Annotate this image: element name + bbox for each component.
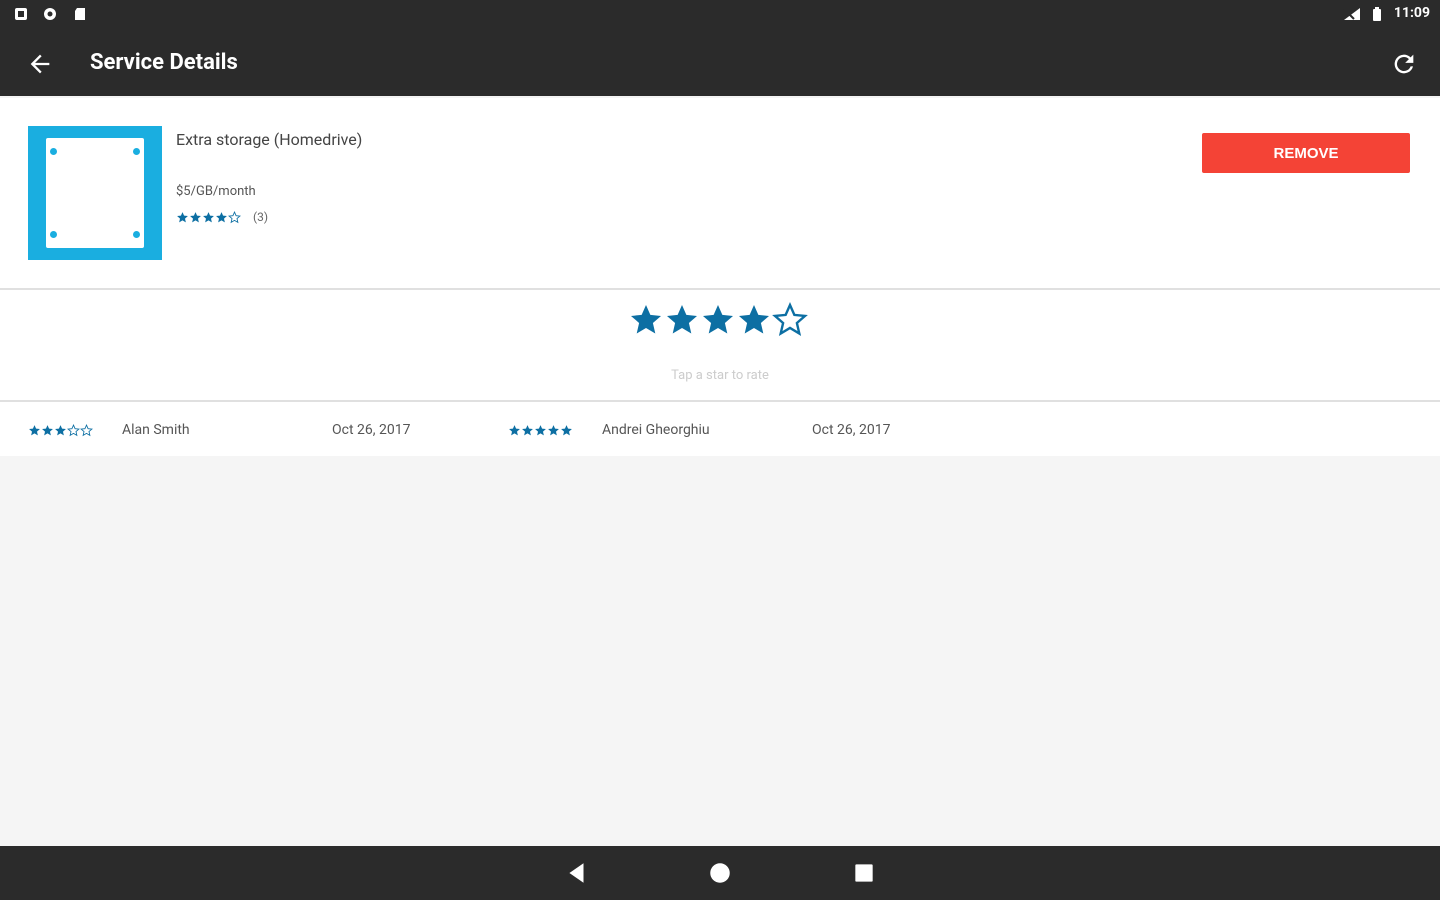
sd-card-icon [75,8,85,20]
service-thumbnail [28,126,162,260]
star-filled-icon [42,424,53,435]
battery-icon [1373,7,1381,21]
service-name: Extra storage (Homedrive) [176,130,363,149]
recents-square-icon[interactable] [851,860,877,886]
star-filled-icon [177,211,188,222]
notification-icon [15,8,27,20]
star-filled-icon[interactable] [736,302,772,338]
storage-drive-icon [46,138,144,248]
arrow-back-icon[interactable] [26,50,54,78]
star-filled-icon [29,424,40,435]
star-filled-icon [561,424,572,435]
service-rating: (3) [176,210,268,224]
drive-screw-dot [50,231,57,238]
star-empty-icon[interactable] [772,302,808,338]
home-circle-icon[interactable] [707,860,733,886]
back-triangle-icon[interactable] [564,860,590,886]
star-filled-icon [522,424,533,435]
page-title: Service Details [90,50,238,75]
rate-hint: Tap a star to rate [671,368,769,383]
rate-stars[interactable] [628,302,808,338]
service-rating-stars [176,210,241,224]
drive-screw-dot [50,148,57,155]
rate-section: Tap a star to rate [0,290,1440,400]
remove-button[interactable]: REMOVE [1202,133,1410,173]
review-item: Alan Smith Oct 26, 2017 [28,420,410,440]
settings-icon [44,8,56,20]
review-stars [28,423,122,437]
star-filled-icon [55,424,66,435]
reviewer-name: Alan Smith [122,422,190,438]
star-filled-icon [203,211,214,222]
review-date: Oct 26, 2017 [812,422,891,438]
star-empty-icon [80,423,93,436]
star-filled-icon[interactable] [664,302,700,338]
app-bar: Service Details [0,28,1440,96]
drive-screw-dot [133,231,140,238]
star-filled-icon [216,211,227,222]
review-count: (3) [253,210,269,224]
review-date: Oct 26, 2017 [332,422,411,438]
service-price: $5/GB/month [176,184,256,199]
reviews-list: Alan Smith Oct 26, 2017 Andrei Gheorghiu… [0,402,1440,456]
system-nav-bar [0,846,1440,900]
star-filled-icon [535,424,546,435]
star-empty-icon [228,210,241,223]
review-stars [508,424,602,437]
drive-screw-dot [133,148,140,155]
star-empty-icon [67,423,80,436]
reviewer-name: Andrei Gheorghiu [602,422,710,438]
status-time: 11:09 [1393,5,1430,21]
service-card: Extra storage (Homedrive) $5/GB/month (3… [0,98,1440,288]
refresh-icon[interactable] [1390,50,1418,78]
review-item: Andrei Gheorghiu Oct 26, 2017 [508,420,890,440]
signal-icon [1343,8,1360,20]
star-filled-icon[interactable] [700,302,736,338]
star-filled-icon [548,424,559,435]
star-filled-icon [190,211,201,222]
star-filled-icon[interactable] [628,302,664,338]
star-filled-icon [509,424,520,435]
status-bar: 11:09 [0,0,1440,28]
